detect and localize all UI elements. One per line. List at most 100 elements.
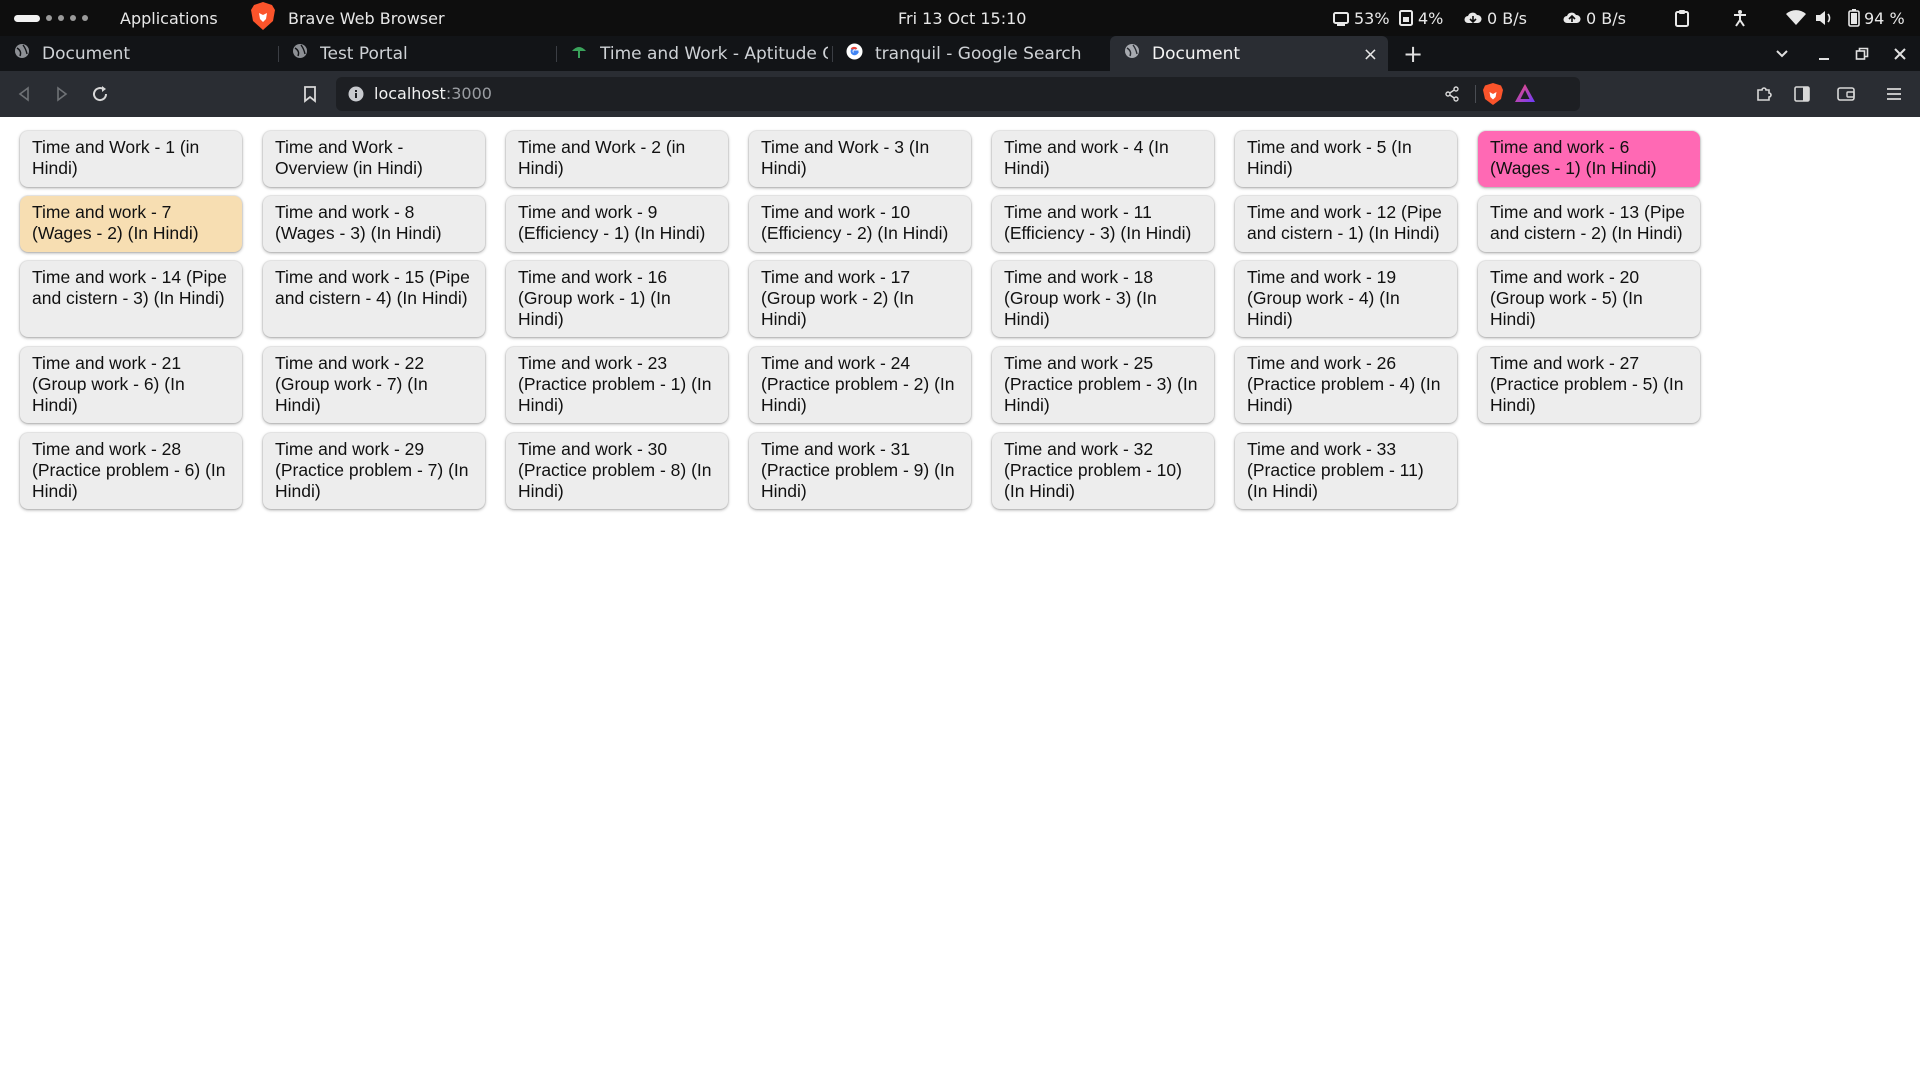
clipboard-icon[interactable] [1674, 0, 1690, 36]
page-content: Time and Work - 1 (in Hindi) Time and Wo… [0, 117, 1920, 1080]
topic-card[interactable]: Time and work - 32 (Practice problem - 1… [992, 433, 1214, 509]
topic-card[interactable]: Time and work - 9 (Efficiency - 1) (In H… [506, 196, 728, 252]
upload-cloud-icon [1562, 10, 1582, 26]
tab-time-and-work-aptitude[interactable]: Time and Work - Aptitude Que [556, 36, 828, 71]
workspace-dot [58, 15, 64, 21]
url-port: :3000 [445, 84, 492, 103]
topic-card-highlighted[interactable]: Time and work - 7 (Wages - 2) (In Hindi) [20, 196, 242, 252]
topic-card[interactable]: Time and work - 14 (Pipe and cistern - 3… [20, 261, 242, 337]
clock-date[interactable]: Fri 13 Oct 15:10 [898, 0, 1026, 36]
address-bar-divider [1475, 85, 1476, 103]
tab-test-portal[interactable]: Test Portal [278, 36, 554, 71]
topic-card[interactable]: Time and work - 13 (Pipe and cistern - 2… [1478, 196, 1700, 252]
new-tab-plus-icon[interactable]: + [1398, 36, 1428, 71]
topic-card[interactable]: Time and work - 22 (Group work - 7) (In … [263, 347, 485, 423]
tab-google-search[interactable]: tranquil - Google Search [832, 36, 1108, 71]
wifi-icon[interactable] [1786, 0, 1806, 36]
cpu-indicator[interactable]: 53% [1332, 0, 1390, 36]
url-text[interactable]: localhost:3000 [374, 84, 492, 103]
memory-icon [1398, 10, 1414, 26]
site-info-icon[interactable] [348, 86, 364, 106]
topic-card[interactable]: Time and work - 5 (In Hindi) [1235, 131, 1457, 187]
tab-strip: Document Test Portal Time and Work - Apt… [0, 36, 1920, 71]
topic-card[interactable]: Time and Work - 2 (in Hindi) [506, 131, 728, 187]
topic-card[interactable]: Time and work - 29 (Practice problem - 7… [263, 433, 485, 509]
workspace-dot [46, 15, 52, 21]
topic-card[interactable]: Time and work - 11 (Efficiency - 3) (In … [992, 196, 1214, 252]
battery-indicator[interactable]: 94 % [1848, 0, 1905, 36]
tab-title: Document [42, 43, 131, 64]
cpu-value: 53% [1354, 8, 1390, 28]
extensions-puzzle-icon[interactable] [1746, 71, 1782, 117]
brave-lion-icon [250, 1, 276, 35]
system-top-bar: Applications Brave Web Browser Fri 13 Oc… [0, 0, 1920, 36]
close-window-icon[interactable] [1888, 36, 1912, 71]
topic-card[interactable]: Time and work - 26 (Practice problem - 4… [1235, 347, 1457, 423]
topic-card[interactable]: Time and work - 18 (Group work - 3) (In … [992, 261, 1214, 337]
topic-card[interactable]: Time and work - 23 (Practice problem - 1… [506, 347, 728, 423]
focused-app-menu[interactable]: Brave Web Browser [250, 0, 445, 36]
topic-card[interactable]: Time and work - 27 (Practice problem - 5… [1478, 347, 1700, 423]
volume-icon[interactable] [1814, 0, 1834, 36]
workspace-dot [82, 15, 88, 21]
focused-app-label: Brave Web Browser [288, 8, 445, 28]
topic-card-highlighted[interactable]: Time and work - 6 (Wages - 1) (In Hindi) [1478, 131, 1700, 187]
battery-value: 94 % [1864, 8, 1905, 28]
restore-window-icon[interactable] [1850, 36, 1874, 71]
minimize-window-icon[interactable] [1812, 36, 1836, 71]
brave-shields-icon[interactable] [1482, 82, 1504, 110]
topic-card[interactable]: Time and work - 10 (Efficiency - 2) (In … [749, 196, 971, 252]
topic-card[interactable]: Time and Work - Overview (in Hindi) [263, 131, 485, 187]
topic-card[interactable]: Time and work - 24 (Practice problem - 2… [749, 347, 971, 423]
wallet-icon[interactable] [1828, 71, 1864, 117]
tab-document-1[interactable]: Document [0, 36, 276, 71]
tab-title: tranquil - Google Search [875, 43, 1082, 64]
applications-menu[interactable]: Applications [120, 0, 218, 36]
google-icon [846, 43, 863, 65]
tab-title: Document [1152, 43, 1241, 64]
tab-document-active[interactable]: Document × [1110, 36, 1388, 71]
memory-value: 4% [1418, 8, 1444, 28]
bookmark-icon[interactable] [292, 71, 328, 117]
topic-card[interactable]: Time and work - 33 (Practice problem - 1… [1235, 433, 1457, 509]
upload-value: 0 B/s [1586, 8, 1626, 28]
topic-card[interactable]: Time and Work - 1 (in Hindi) [20, 131, 242, 187]
back-arrow-icon[interactable] [6, 71, 42, 117]
topic-card[interactable]: Time and work - 20 (Group work - 5) (In … [1478, 261, 1700, 337]
topic-card[interactable]: Time and work - 21 (Group work - 6) (In … [20, 347, 242, 423]
share-icon[interactable] [1444, 86, 1460, 106]
workspace-indicator[interactable] [14, 0, 88, 36]
forward-arrow-icon[interactable] [44, 71, 80, 117]
topic-card[interactable]: Time and work - 19 (Group work - 4) (In … [1235, 261, 1457, 337]
cpu-icon [1332, 10, 1350, 26]
topic-card[interactable]: Time and work - 12 (Pipe and cistern - 1… [1235, 196, 1457, 252]
accessibility-icon[interactable] [1732, 0, 1748, 36]
battery-icon [1848, 9, 1860, 27]
topic-card[interactable]: Time and work - 28 (Practice problem - 6… [20, 433, 242, 509]
download-indicator[interactable]: 0 B/s [1463, 0, 1527, 36]
topic-card[interactable]: Time and work - 16 (Group work - 1) (In … [506, 261, 728, 337]
tab-search-chevron-down-icon[interactable] [1770, 36, 1794, 71]
hamburger-menu-icon[interactable] [1876, 71, 1912, 117]
globe-icon [1124, 43, 1140, 64]
topic-card[interactable]: Time and work - 31 (Practice problem - 9… [749, 433, 971, 509]
globe-icon [292, 43, 308, 64]
topic-card[interactable]: Time and work - 30 (Practice problem - 8… [506, 433, 728, 509]
download-value: 0 B/s [1487, 8, 1527, 28]
topic-card[interactable]: Time and Work - 3 (In Hindi) [749, 131, 971, 187]
upload-indicator[interactable]: 0 B/s [1562, 0, 1626, 36]
topic-card[interactable]: Time and work - 15 (Pipe and cistern - 4… [263, 261, 485, 337]
close-tab-icon[interactable]: × [1363, 44, 1378, 65]
brave-rewards-icon[interactable] [1514, 83, 1536, 107]
memory-indicator[interactable]: 4% [1398, 0, 1443, 36]
address-bar[interactable]: localhost:3000 [336, 77, 1580, 111]
topic-card[interactable]: Time and work - 4 (In Hindi) [992, 131, 1214, 187]
reload-icon[interactable] [82, 71, 118, 117]
topic-card[interactable]: Time and work - 8 (Wages - 3) (In Hindi) [263, 196, 485, 252]
tab-title: Time and Work - Aptitude Que [600, 43, 828, 64]
workspace-dot [70, 15, 76, 21]
topic-card[interactable]: Time and work - 17 (Group work - 2) (In … [749, 261, 971, 337]
sidebar-toggle-icon[interactable] [1784, 71, 1820, 117]
browser-toolbar: localhost:3000 [0, 71, 1920, 117]
topic-card[interactable]: Time and work - 25 (Practice problem - 3… [992, 347, 1214, 423]
